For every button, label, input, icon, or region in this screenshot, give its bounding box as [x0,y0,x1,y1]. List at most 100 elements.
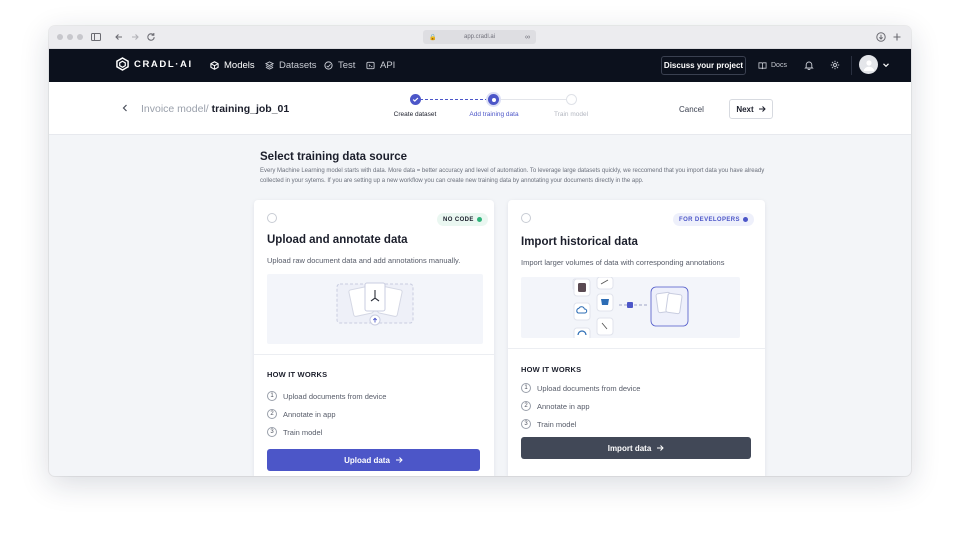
import-data-label: Import data [607,443,652,453]
step-label-create-dataset: Create dataset [393,111,437,118]
arrow-right-icon [657,445,664,451]
window-controls[interactable] [57,34,83,40]
step-number: 2 [267,409,277,419]
step-label-train-model: Train model [553,111,589,118]
how-it-works-heading: HOW IT WORKS [267,370,328,379]
documents-upload-icon [336,282,414,326]
breadcrumb: Invoice model/ training_job_01 [141,103,289,115]
download-icon[interactable] [875,31,887,43]
discuss-project-button[interactable]: Discuss your project [661,56,746,75]
bell-icon[interactable] [804,60,814,70]
step-number: 1 [521,383,531,393]
source-radio[interactable] [521,213,531,223]
docs-link[interactable]: Docs [758,61,787,70]
stepper-connector [499,99,571,100]
reload-icon[interactable] [145,31,157,43]
docs-label: Docs [771,62,787,69]
api-icon [366,61,375,70]
stepper-connector [420,99,493,100]
source-radio[interactable] [267,213,277,223]
arrow-right-icon [395,457,403,463]
no-code-badge: NO CODE [437,213,488,226]
datasets-icon [265,61,274,70]
card-divider [254,354,494,355]
import-data-button[interactable]: Import data [521,437,751,459]
new-tab-icon[interactable] [891,31,903,43]
upload-annotate-card[interactable]: NO CODE Upload and annotate data Upload … [254,200,494,476]
top-navigation: CRADL·AI Models Datasets Test API Discus… [49,49,911,82]
section-description: Every Machine Learning model starts with… [260,168,765,184]
step-number: 3 [267,427,277,437]
step-label-add-training-data: Add training data [469,111,519,118]
section-title: Select training data source [260,151,407,163]
how-step-label: Upload documents from device [283,391,387,401]
import-illustration [521,277,740,338]
link-icon[interactable]: ∞ [525,34,530,41]
next-button[interactable]: Next [729,99,773,119]
how-step-label: Train model [537,419,577,429]
chevron-down-icon[interactable] [882,61,890,69]
cradl-logo-icon [116,57,129,71]
logo-text: CRADL·AI [134,58,193,70]
badge-label: NO CODE [443,216,474,223]
step-number: 1 [267,391,277,401]
back-chevron-icon[interactable] [121,103,129,113]
card-subtitle: Import larger volumes of data with corre… [521,258,725,267]
how-step: 3 Train model [267,427,322,437]
step-current-indicator [488,94,499,105]
step-done-indicator [410,94,421,105]
card-divider [508,348,765,349]
breadcrumb-current: training_job_01 [211,103,290,115]
how-step-label: Train model [283,427,323,437]
how-step-label: Annotate in app [283,409,336,419]
nav-item-label: Datasets [279,60,317,71]
user-icon [863,59,874,71]
models-icon [210,61,219,70]
upload-data-button[interactable]: Upload data [267,449,480,471]
badge-dot [476,217,482,222]
page-header: Invoice model/ training_job_01 Create da… [49,82,911,135]
nav-item-test[interactable]: Test [324,60,355,71]
sidebar-toggle-icon[interactable] [90,31,102,43]
browser-window: 🔒 app.cradl.ai ∞ CRADL·AI Models Dataset… [49,26,911,476]
nav-item-api[interactable]: API [366,60,395,71]
nav-item-label: API [380,60,396,71]
arrow-right-icon [758,106,766,112]
how-step-label: Upload documents from device [537,383,641,393]
how-step: 2 Annotate in app [267,409,336,419]
avatar[interactable] [859,55,878,74]
upload-illustration [267,274,483,344]
cancel-button[interactable]: Cancel [679,105,704,114]
forward-arrow-icon[interactable] [129,31,141,43]
breadcrumb-parent[interactable]: Invoice model/ [141,103,209,115]
card-subtitle: Upload raw document data and add annotat… [267,256,461,265]
badge-label: FOR DEVELOPERS [679,216,740,223]
import-historical-card[interactable]: FOR DEVELOPERS Import historical data Im… [508,200,765,476]
how-step: 2 Annotate in app [521,401,590,411]
step-number: 3 [521,419,531,429]
gear-icon[interactable] [830,60,840,70]
nav-item-label: Models [224,60,255,71]
lock-icon: 🔒 [429,34,437,41]
cradl-logo[interactable]: CRADL·AI [116,57,193,71]
step-todo-indicator [566,94,577,105]
for-developers-badge: FOR DEVELOPERS [673,213,754,226]
card-title: Upload and annotate data [267,234,408,246]
how-step-label: Annotate in app [537,401,590,411]
how-step: 3 Train model [521,419,576,429]
step-number: 2 [521,401,531,411]
nav-item-label: Test [338,60,356,71]
next-label: Next [736,104,754,114]
back-arrow-icon[interactable] [113,31,125,43]
how-step: 1 Upload documents from device [521,383,640,393]
integrations-sources-icon [573,277,689,338]
nav-divider [851,56,852,75]
check-icon [412,97,419,102]
nav-item-models[interactable]: Models [210,60,255,71]
url-text: app.cradl.ai [463,34,496,40]
nav-item-datasets[interactable]: Datasets [265,60,317,71]
browser-toolbar: 🔒 app.cradl.ai ∞ [49,26,911,49]
badge-dot [742,217,748,222]
address-bar[interactable]: 🔒 app.cradl.ai ∞ [423,30,536,44]
card-title: Import historical data [521,236,638,248]
